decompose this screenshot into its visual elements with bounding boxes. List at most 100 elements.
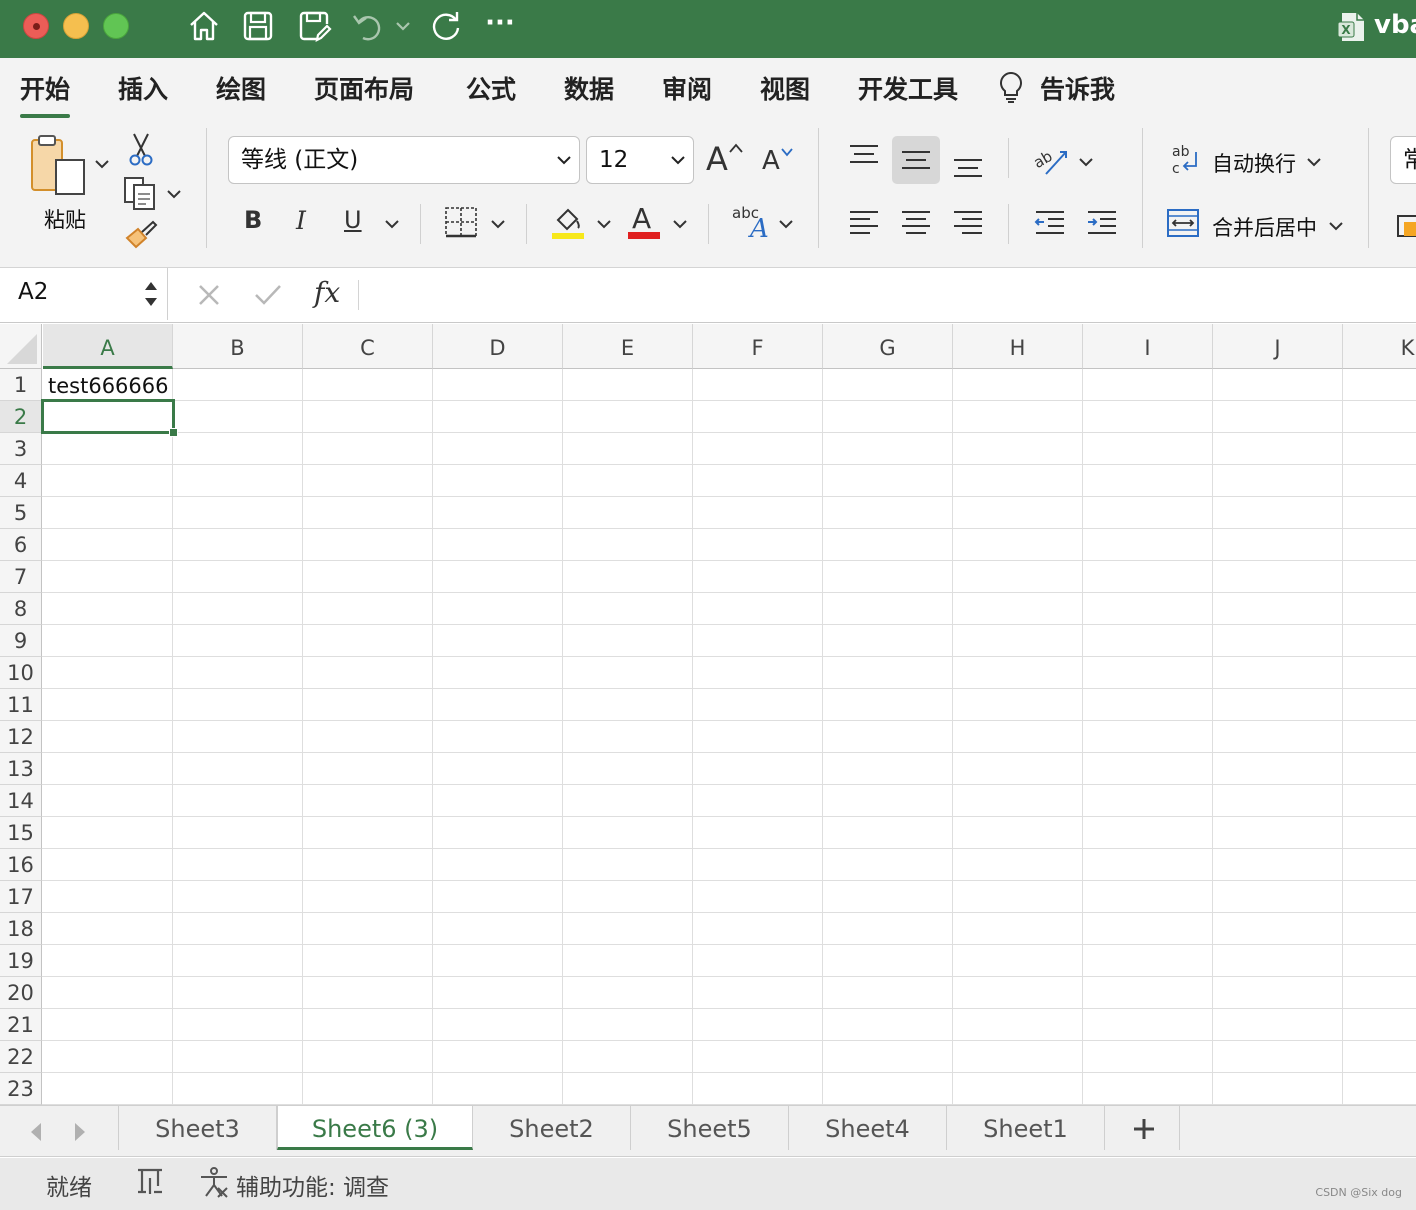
accessibility-icon[interactable] — [198, 1166, 230, 1198]
row-header-7[interactable]: 7 — [0, 561, 42, 593]
tab-home[interactable]: 开始 — [20, 70, 71, 118]
sheet-tab-sheet2[interactable]: Sheet2 — [473, 1106, 631, 1150]
tab-draw[interactable]: 绘图 — [216, 70, 266, 106]
minimize-window-button[interactable] — [63, 13, 89, 39]
align-middle-button[interactable] — [892, 136, 940, 184]
align-left-icon[interactable] — [848, 210, 880, 236]
borders-icon[interactable] — [444, 206, 478, 238]
tab-view[interactable]: 视图 — [760, 70, 810, 106]
more-icon[interactable]: ··· — [482, 8, 518, 44]
row-header-3[interactable]: 3 — [0, 433, 42, 465]
row-header-19[interactable]: 19 — [0, 945, 42, 977]
sheet-tab-sheet5[interactable]: Sheet5 — [631, 1106, 789, 1150]
increase-indent-icon[interactable] — [1086, 210, 1118, 236]
format-painter-icon[interactable] — [124, 220, 158, 250]
align-bottom-icon[interactable] — [952, 156, 984, 178]
sheet-tab-sheet3[interactable]: Sheet3 — [119, 1106, 277, 1150]
row-header-12[interactable]: 12 — [0, 721, 42, 753]
column-header-g[interactable]: G — [823, 324, 953, 369]
tab-tell-me[interactable]: 告诉我 — [1040, 70, 1115, 106]
row-header-9[interactable]: 9 — [0, 625, 42, 657]
column-header-h[interactable]: H — [953, 324, 1083, 369]
row-header-11[interactable]: 11 — [0, 689, 42, 721]
tab-developer[interactable]: 开发工具 — [858, 70, 958, 106]
cut-icon[interactable] — [128, 132, 154, 166]
tab-data[interactable]: 数据 — [564, 70, 614, 106]
column-header-d[interactable]: D — [433, 324, 563, 369]
fill-handle[interactable] — [169, 428, 178, 437]
orientation-dropdown-chevron-icon[interactable] — [1078, 154, 1094, 170]
font-size-select[interactable]: 12 — [586, 136, 694, 184]
column-header-e[interactable]: E — [563, 324, 693, 369]
merge-center-button[interactable]: 合并后居中 — [1212, 212, 1317, 242]
increase-font-size-button[interactable]: A — [706, 140, 746, 180]
underline-button[interactable]: U — [344, 206, 362, 234]
underline-dropdown-chevron-icon[interactable] — [384, 216, 400, 232]
tab-formulas[interactable]: 公式 — [466, 70, 516, 106]
row-header-10[interactable]: 10 — [0, 657, 42, 689]
row-header-16[interactable]: 16 — [0, 849, 42, 881]
row-header-4[interactable]: 4 — [0, 465, 42, 497]
lightbulb-icon[interactable] — [996, 70, 1026, 104]
zoom-window-button[interactable] — [103, 13, 129, 39]
scroll-tabs-right-icon[interactable] — [70, 1120, 90, 1144]
row-header-8[interactable]: 8 — [0, 593, 42, 625]
row-header-23[interactable]: 23 — [0, 1073, 42, 1105]
column-header-f[interactable]: F — [693, 324, 823, 369]
row-header-22[interactable]: 22 — [0, 1041, 42, 1073]
insert-function-button[interactable]: fx — [314, 276, 340, 309]
scroll-tabs-left-icon[interactable] — [26, 1120, 46, 1144]
align-center-icon[interactable] — [900, 210, 932, 236]
column-header-k[interactable]: K — [1343, 324, 1416, 369]
tab-review[interactable]: 审阅 — [662, 70, 712, 106]
fill-color-icon[interactable] — [550, 204, 586, 240]
orientation-icon[interactable]: ab — [1030, 142, 1070, 176]
sheet-tab-sheet6-3[interactable]: Sheet6 (3) — [277, 1106, 473, 1150]
font-color-button[interactable]: A — [626, 202, 662, 242]
row-header-18[interactable]: 18 — [0, 913, 42, 945]
paste-dropdown-chevron-icon[interactable] — [94, 156, 110, 172]
row-header-13[interactable]: 13 — [0, 753, 42, 785]
row-header-6[interactable]: 6 — [0, 529, 42, 561]
enter-check-icon[interactable] — [252, 278, 284, 310]
italic-button[interactable]: I — [296, 206, 306, 235]
column-header-c[interactable]: C — [303, 324, 433, 369]
cell-a1[interactable]: test666666 — [48, 370, 169, 402]
tab-insert[interactable]: 插入 — [118, 70, 168, 106]
copy-dropdown-chevron-icon[interactable] — [166, 186, 182, 202]
sheet-tab-sheet1[interactable]: Sheet1 — [947, 1106, 1105, 1150]
row-header-2[interactable]: 2 — [0, 401, 42, 433]
name-box[interactable]: A2 — [0, 268, 168, 320]
align-right-icon[interactable] — [952, 210, 984, 236]
row-header-14[interactable]: 14 — [0, 785, 42, 817]
merge-center-chevron-icon[interactable] — [1328, 218, 1344, 234]
copy-icon[interactable] — [122, 176, 158, 210]
column-header-j[interactable]: J — [1213, 324, 1343, 369]
redo-icon[interactable] — [428, 8, 464, 44]
font-name-select[interactable]: 等线 (正文) — [228, 136, 580, 184]
undo-dropdown-chevron-icon[interactable] — [392, 8, 414, 44]
accessibility-status[interactable]: 辅助功能: 调查 — [236, 1168, 389, 1202]
select-all-corner[interactable] — [0, 324, 42, 369]
formula-input[interactable] — [372, 274, 1402, 314]
macro-record-icon[interactable] — [134, 1166, 166, 1198]
column-header-a[interactable]: A — [43, 324, 173, 369]
wrap-text-chevron-icon[interactable] — [1306, 154, 1322, 170]
row-header-21[interactable]: 21 — [0, 1009, 42, 1041]
save-edit-icon[interactable] — [296, 8, 332, 44]
align-top-icon[interactable] — [848, 144, 880, 166]
save-icon[interactable] — [240, 8, 276, 44]
number-format-select[interactable]: 常 — [1390, 136, 1416, 184]
active-cell-a2[interactable] — [41, 399, 175, 434]
phonetic-dropdown-chevron-icon[interactable] — [778, 216, 794, 232]
decrease-indent-icon[interactable] — [1034, 210, 1066, 236]
name-box-stepper-icon[interactable] — [142, 276, 160, 312]
borders-dropdown-chevron-icon[interactable] — [490, 216, 506, 232]
add-sheet-button[interactable] — [1108, 1106, 1180, 1150]
tab-page-layout[interactable]: 页面布局 — [314, 70, 414, 106]
undo-icon[interactable] — [350, 8, 386, 44]
worksheet-grid[interactable]: ABCDEFGHIJK 1 2 3 4 5 6 7 8 9 10 11 12 13 14 15 16 17 18 1… — [0, 324, 1416, 1105]
home-icon[interactable] — [186, 8, 222, 44]
paste-label[interactable]: 粘贴 — [44, 204, 86, 234]
sheet-tab-sheet4[interactable]: Sheet4 — [789, 1106, 947, 1150]
